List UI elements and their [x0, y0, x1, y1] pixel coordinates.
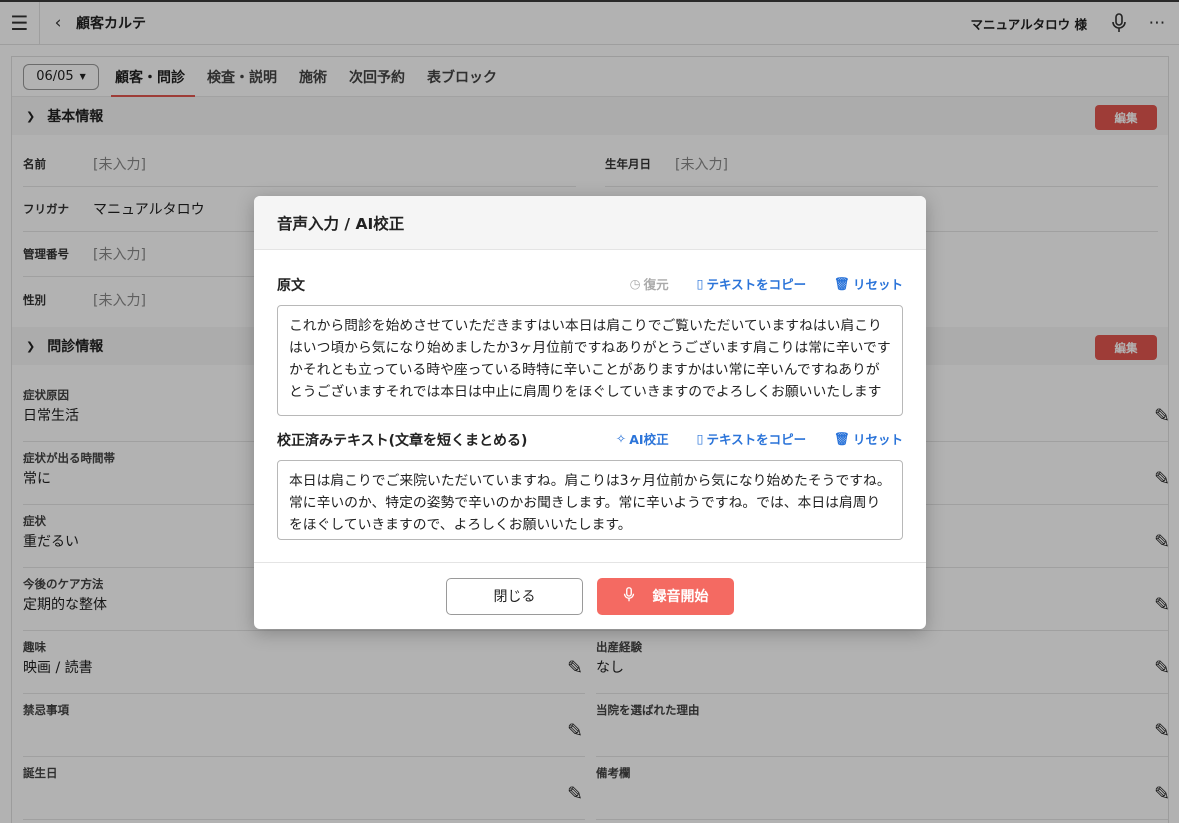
clipboard-icon: ▯: [696, 276, 704, 291]
original-text-label: 原文: [277, 278, 305, 294]
close-button[interactable]: 閉じる: [446, 577, 583, 615]
copy-label: テキストをコピー: [706, 277, 807, 292]
voice-input-modal: 音声入力 / AI校正 原文 ◷ 復元 ▯ テキストをコピー 🗑 リセット これから問…: [254, 196, 926, 629]
modal-footer: 閉じる 録音開始: [254, 562, 926, 629]
trash-icon: 🗑: [834, 430, 850, 446]
corrected-text-label: 校正済みテキスト(文章を短くまとめる): [277, 433, 528, 449]
restore-button[interactable]: ◷ 復元: [630, 274, 669, 293]
record-start-button[interactable]: 録音開始: [597, 577, 734, 615]
reset-corrected-button[interactable]: 🗑 リセット: [834, 429, 903, 448]
restore-label: 復元: [643, 277, 669, 292]
reset-original-button[interactable]: 🗑 リセット: [834, 274, 903, 293]
modal-title: 音声入力 / AI校正: [254, 196, 926, 250]
clipboard-icon: ▯: [696, 431, 704, 446]
record-label: 録音開始: [652, 589, 709, 605]
reset-label: リセット: [852, 277, 903, 292]
clock-icon: ◷: [629, 276, 641, 291]
microphone-icon: [623, 586, 635, 607]
copy-original-button[interactable]: ▯ テキストをコピー: [697, 274, 807, 293]
ai-label: AI校正: [629, 432, 669, 447]
reset-label: リセット: [852, 432, 903, 447]
ai-correct-button[interactable]: ✧ AI校正: [616, 429, 669, 448]
copy-label: テキストをコピー: [706, 432, 807, 447]
trash-icon: 🗑: [834, 275, 850, 291]
copy-corrected-button[interactable]: ▯ テキストをコピー: [697, 429, 807, 448]
original-actions: ◷ 復元 ▯ テキストをコピー 🗑 リセット: [630, 274, 903, 293]
corrected-actions: ✧ AI校正 ▯ テキストをコピー 🗑 リセット: [616, 429, 903, 448]
sparkle-icon: ✧: [615, 431, 627, 446]
original-textarea[interactable]: これから問診を始めさせていただきますはい本日は肩こりでご覧いただいていますねはい…: [277, 305, 903, 416]
corrected-textarea[interactable]: 本日は肩こりでご来院いただいていますね。肩こりは3ヶ月位前から気になり始めたそう…: [277, 460, 903, 540]
